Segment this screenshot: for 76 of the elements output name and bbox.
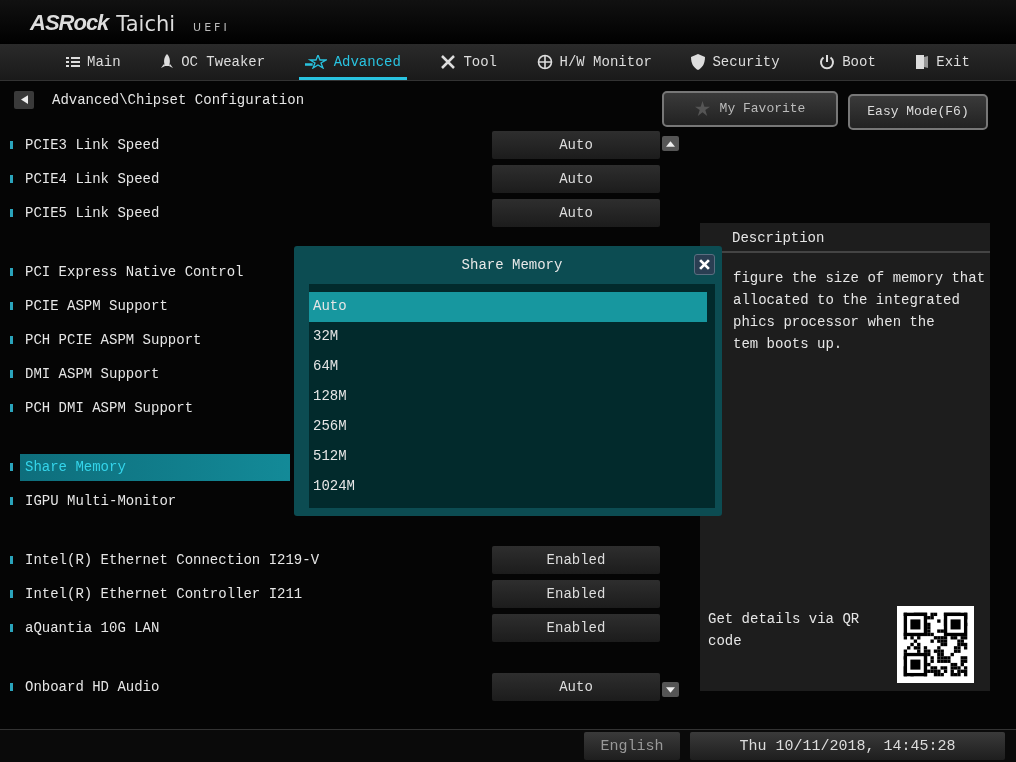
row-bullet bbox=[10, 404, 13, 412]
nav-tab[interactable]: Security bbox=[685, 44, 786, 80]
nav-tab[interactable]: OC Tweaker bbox=[154, 44, 272, 80]
row-bullet bbox=[10, 268, 13, 276]
star-icon bbox=[304, 55, 327, 69]
nav-tab[interactable]: H/W Monitor bbox=[530, 44, 658, 80]
down-arrow-icon bbox=[666, 686, 675, 693]
row-bullet bbox=[10, 370, 13, 378]
scroll-down-button[interactable] bbox=[662, 682, 679, 697]
language-button[interactable]: English bbox=[584, 732, 680, 760]
firmware-label: UEFI bbox=[193, 21, 230, 36]
row-bullet bbox=[10, 302, 13, 310]
setting-label[interactable]: PCIE ASPM Support bbox=[20, 292, 290, 320]
close-button[interactable] bbox=[694, 254, 715, 275]
rocket-icon bbox=[160, 54, 175, 70]
setting-label[interactable]: PCIE3 Link Speed bbox=[20, 131, 290, 159]
setting-value-button[interactable]: Enabled bbox=[492, 546, 660, 574]
memory-option[interactable]: 32M bbox=[309, 322, 707, 352]
scroll-up-button[interactable] bbox=[662, 136, 679, 151]
setting-value-button[interactable]: Auto bbox=[492, 673, 660, 701]
setting-label[interactable]: PCIE4 Link Speed bbox=[20, 165, 290, 193]
setting-label[interactable]: PCIE5 Link Speed bbox=[20, 199, 290, 227]
breadcrumb-path: Advanced\Chipset Configuration bbox=[52, 91, 306, 108]
row-bullet bbox=[10, 556, 13, 564]
my-favorite-button[interactable]: My Favorite bbox=[662, 90, 838, 127]
row-bullet bbox=[10, 175, 13, 183]
model-name: Taichi bbox=[116, 12, 176, 38]
setting-value-button[interactable]: Auto bbox=[492, 131, 660, 159]
row-bullet bbox=[10, 497, 13, 505]
nav-tab[interactable]: Advanced bbox=[298, 44, 407, 80]
qr-caption: Get details via QR code bbox=[708, 610, 861, 651]
setting-label[interactable]: Intel(R) Ethernet Connection I219-V bbox=[20, 546, 320, 574]
row-bullet bbox=[10, 624, 13, 632]
nav-tab[interactable]: Boot bbox=[813, 44, 882, 80]
setting-label[interactable]: IGPU Multi-Monitor bbox=[20, 487, 290, 515]
dialog-title: Share Memory bbox=[461, 257, 563, 273]
setting-label[interactable]: DMI ASPM Support bbox=[20, 360, 290, 388]
setting-value-button[interactable]: Enabled bbox=[492, 614, 660, 642]
back-arrow-icon bbox=[20, 95, 28, 104]
row-bullet bbox=[10, 590, 13, 598]
setting-value-button[interactable]: Auto bbox=[492, 199, 660, 227]
up-arrow-icon bbox=[666, 140, 675, 147]
nav-tab[interactable]: Tool bbox=[434, 44, 503, 80]
list-icon bbox=[66, 55, 80, 69]
memory-option[interactable]: 64M bbox=[309, 352, 707, 382]
close-icon bbox=[699, 259, 710, 270]
nav-tab[interactable]: Exit bbox=[909, 44, 976, 80]
memory-option[interactable]: 1024M bbox=[309, 472, 707, 502]
datetime-display[interactable]: Thu 10/11/2018, 14:45:28 bbox=[690, 732, 1005, 760]
back-button[interactable] bbox=[14, 90, 34, 109]
easy-mode-button[interactable]: Easy Mode(F6) bbox=[848, 93, 988, 130]
setting-label[interactable]: PCI Express Native Control bbox=[20, 258, 290, 286]
nav-tab[interactable]: Main bbox=[60, 44, 127, 80]
row-bullet bbox=[10, 209, 13, 217]
row-bullet bbox=[10, 336, 13, 344]
memory-option[interactable]: 256M bbox=[309, 412, 707, 442]
description-text: figure the size of memory that allocated to the integrated phics processor when the tem boots up. bbox=[733, 269, 987, 354]
star-icon bbox=[694, 101, 710, 116]
setting-label[interactable]: Onboard HD Audio bbox=[20, 673, 290, 701]
shield-icon bbox=[691, 54, 706, 70]
setting-label[interactable]: PCH PCIE ASPM Support bbox=[20, 326, 290, 354]
setting-label[interactable]: aQuantia 10G LAN bbox=[20, 614, 290, 642]
brand-logo: ASRock bbox=[30, 10, 109, 37]
setting-value-button[interactable]: Enabled bbox=[492, 580, 660, 608]
door-icon bbox=[915, 54, 930, 70]
setting-label[interactable]: PCH DMI ASPM Support bbox=[20, 394, 290, 422]
memory-option[interactable]: 128M bbox=[309, 382, 707, 412]
row-bullet bbox=[10, 683, 13, 691]
setting-label[interactable]: Intel(R) Ethernet Controller I211 bbox=[20, 580, 303, 608]
power-icon bbox=[819, 54, 836, 70]
memory-option[interactable]: 512M bbox=[309, 442, 707, 472]
row-bullet bbox=[10, 141, 13, 149]
setting-value-button[interactable]: Auto bbox=[492, 165, 660, 193]
row-bullet bbox=[10, 463, 13, 471]
crosshair-icon bbox=[536, 54, 553, 70]
tools-icon bbox=[440, 54, 457, 70]
